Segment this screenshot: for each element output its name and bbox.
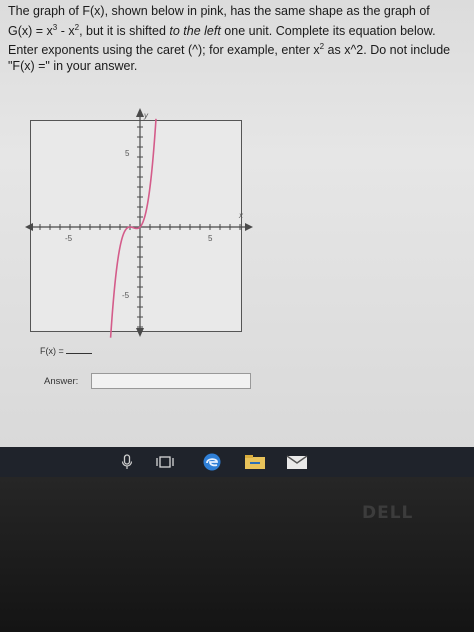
question-line-1: The graph of F(x), shown below in pink, … xyxy=(8,4,470,20)
question-text-part: Enter exponents using the caret (^); for… xyxy=(8,43,320,58)
x-axis-label: x xyxy=(238,211,244,220)
edge-browser-icon[interactable] xyxy=(201,451,223,473)
question-text-part: as x^2. Do not include xyxy=(324,43,451,58)
fx-prompt: F(x) = xyxy=(40,345,93,356)
y-tick-label-pos: 5 xyxy=(125,149,130,158)
question-text: The graph of F(x), shown below in pink, … xyxy=(8,4,470,74)
task-view-icon[interactable] xyxy=(154,451,176,473)
x-tick-label-pos: 5 xyxy=(208,234,213,243)
monitor-bezel xyxy=(0,477,474,632)
y-axis-label: y xyxy=(143,111,149,120)
question-text-part: G(x) = x xyxy=(8,23,53,38)
dell-logo: DELL xyxy=(362,503,414,523)
function-curve xyxy=(109,118,157,338)
question-line-2: G(x) = x3 - x2, but it is shifted to the… xyxy=(8,20,470,40)
windows-taskbar xyxy=(0,447,474,477)
y-axis-bottom-arrow xyxy=(136,328,144,337)
fx-label: F(x) = xyxy=(40,346,64,356)
answer-label: Answer: xyxy=(44,376,79,387)
question-text-part: one unit. Complete its equation below. xyxy=(220,23,436,38)
question-line-3: Enter exponents using the caret (^); for… xyxy=(8,39,470,59)
question-text-part: "F(x) =" in your answer. xyxy=(8,58,138,73)
file-explorer-icon[interactable] xyxy=(244,451,266,473)
question-line-4: "F(x) =" in your answer. xyxy=(8,59,470,75)
y-tick-label-neg: -5 xyxy=(122,291,130,300)
question-text-part: , but it is shifted xyxy=(79,23,170,38)
y-axis-top-arrow xyxy=(136,108,144,117)
emphasis-text: to the left xyxy=(169,23,221,38)
screen: The graph of F(x), shown below in pink, … xyxy=(0,0,474,448)
x-axis-right-arrow xyxy=(245,223,253,231)
fx-blank xyxy=(66,345,93,354)
microphone-icon[interactable] xyxy=(116,451,138,473)
x-axis-left-arrow xyxy=(25,223,33,231)
mail-icon[interactable] xyxy=(286,451,308,473)
question-text-part: - x xyxy=(57,23,75,38)
answer-input[interactable] xyxy=(91,373,251,389)
function-graph: -5 5 5 -5 y x xyxy=(25,108,253,338)
x-tick-label-neg: -5 xyxy=(65,234,73,243)
question-sentence: The graph of F(x), shown below in pink, … xyxy=(8,4,430,18)
